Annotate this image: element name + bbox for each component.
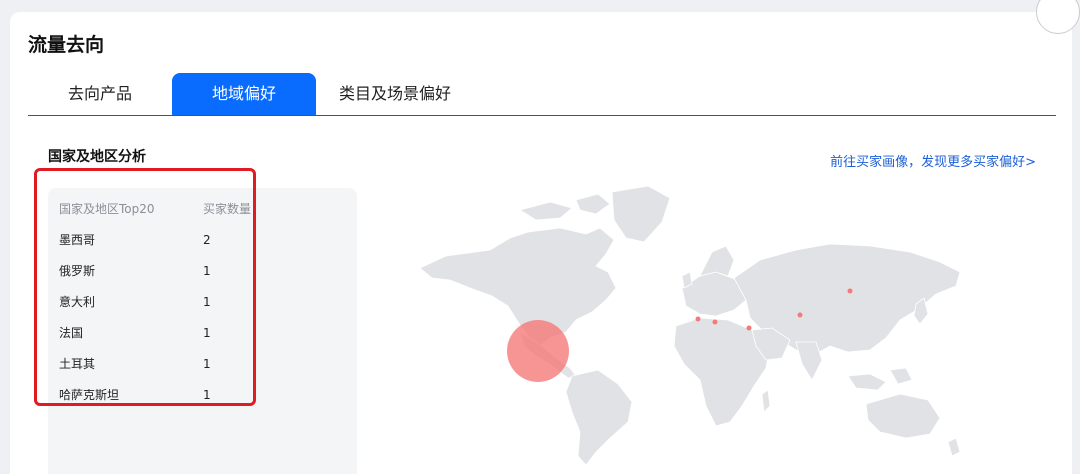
buyer-profile-link[interactable]: 前往买家画像，发现更多买家偏好>	[830, 151, 1036, 170]
tab-destination-products[interactable]: 去向产品	[48, 73, 152, 115]
greenland-shape	[611, 185, 671, 243]
corner-circle-button[interactable]	[1036, 0, 1080, 34]
marker-mexico	[507, 320, 569, 382]
marker-turkey	[746, 325, 752, 331]
south-america-shape	[565, 369, 633, 465]
world-map	[419, 185, 961, 465]
section-title: 流量去向	[28, 34, 105, 56]
india-shape	[795, 341, 823, 381]
new-zealand-shape	[947, 437, 961, 457]
tab-region-preference[interactable]: 地域偏好	[172, 73, 316, 115]
australia-shape	[865, 393, 941, 439]
highlight-box	[34, 168, 256, 406]
tab-category-scene-preference[interactable]: 类目及场景偏好	[330, 73, 460, 115]
arctic-islands-shape-2	[575, 193, 611, 215]
marker-italy	[712, 319, 718, 325]
sea-islands-shape-2	[889, 367, 913, 385]
marker-russia	[847, 288, 853, 294]
marker-france	[695, 316, 701, 322]
tab-bar: 去向产品 地域偏好 类目及场景偏好	[28, 73, 1056, 116]
sea-islands-shape	[847, 373, 887, 391]
scandinavia-shape	[699, 245, 735, 277]
madagascar-shape	[761, 389, 771, 413]
region-analysis-title: 国家及地区分析	[48, 149, 146, 165]
arctic-islands-shape	[519, 201, 573, 221]
marker-kazakhstan	[797, 312, 803, 318]
